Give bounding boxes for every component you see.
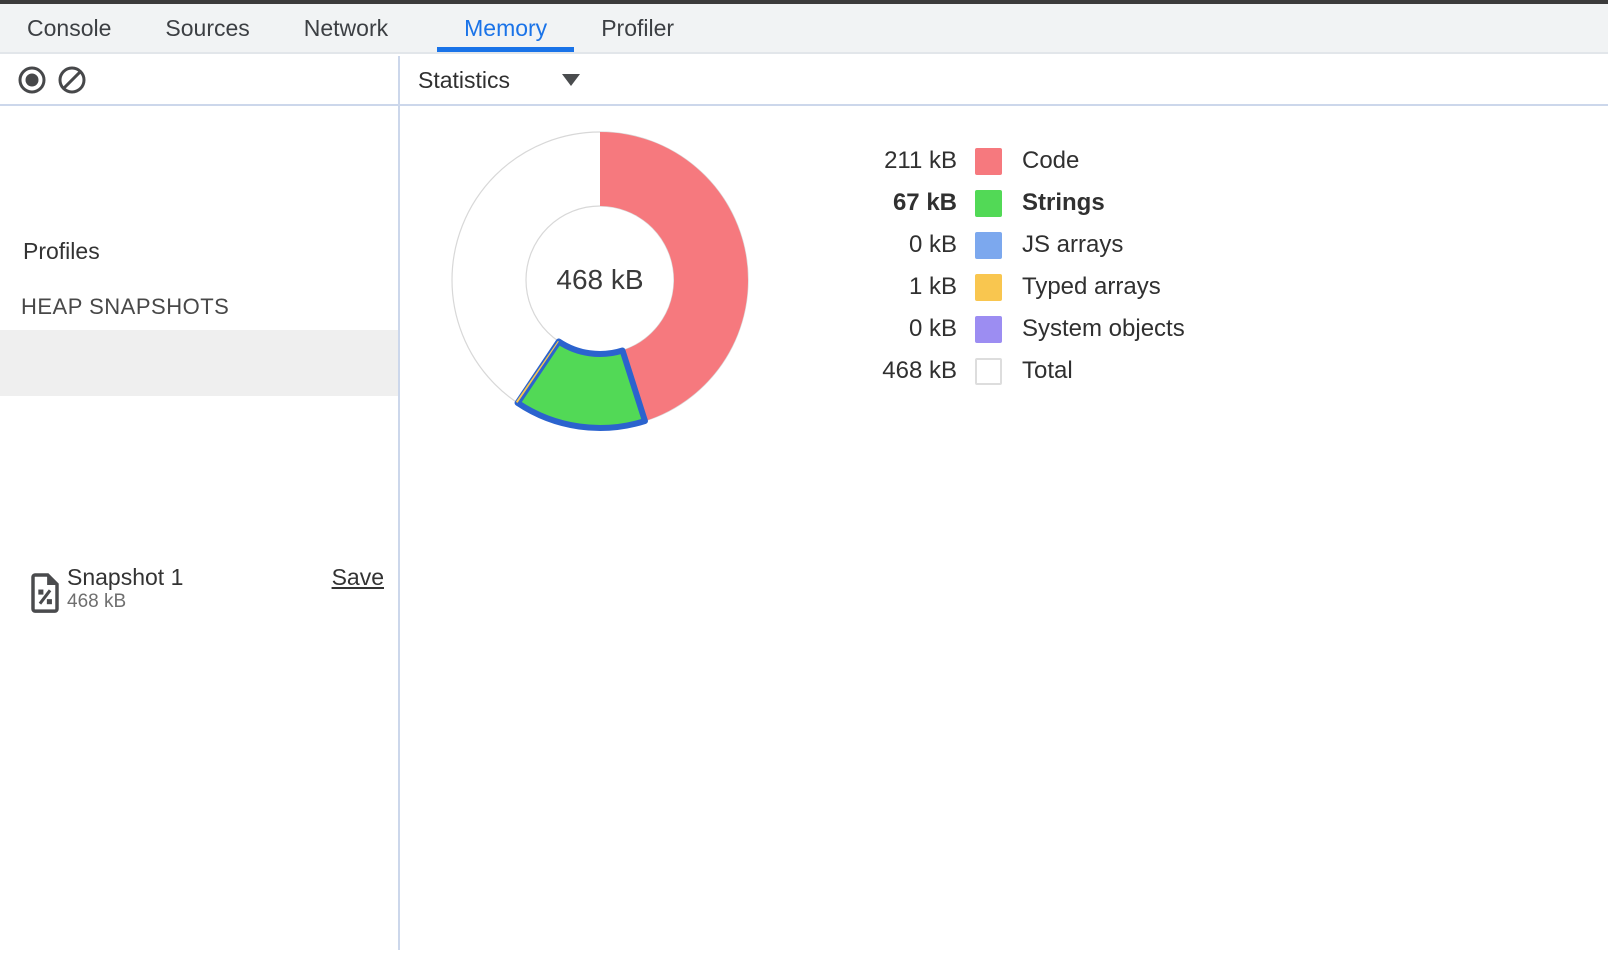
legend-value: 468 kB bbox=[845, 357, 957, 385]
perspective-select[interactable]: Statistics bbox=[418, 67, 580, 94]
legend-value: 0 kB bbox=[845, 315, 957, 343]
devtools-tab-bar: Console Sources Network Memory Profiler bbox=[0, 4, 1608, 54]
legend-row-code[interactable]: 211 kB Code bbox=[845, 140, 1185, 182]
donut-svg bbox=[440, 120, 760, 440]
tab-memory[interactable]: Memory bbox=[437, 4, 574, 52]
profiles-toolbar bbox=[0, 56, 398, 106]
donut-segment-strings[interactable] bbox=[518, 341, 645, 428]
legend-value: 0 kB bbox=[845, 231, 957, 259]
legend-value: 211 kB bbox=[845, 147, 957, 175]
legend-swatch-strings bbox=[975, 190, 1002, 217]
heap-statistics-legend: 211 kB Code 67 kB Strings 0 kB JS arrays… bbox=[845, 140, 1185, 392]
legend-swatch-system-objects bbox=[975, 316, 1002, 343]
clear-icon bbox=[57, 65, 87, 95]
heap-snapshots-group-title: HEAP SNAPSHOTS bbox=[21, 294, 229, 320]
save-snapshot-link[interactable]: Save bbox=[332, 564, 384, 591]
clear-profiles-button[interactable] bbox=[57, 65, 87, 95]
legend-label: JS arrays bbox=[1022, 231, 1123, 259]
snapshot-size: 468 kB bbox=[67, 591, 126, 613]
legend-label: Code bbox=[1022, 147, 1079, 175]
heap-statistics-donut-chart: 468 kB bbox=[440, 120, 760, 440]
legend-swatch-code bbox=[975, 148, 1002, 175]
legend-row-system-objects[interactable]: 0 kB System objects bbox=[845, 308, 1185, 350]
tab-console[interactable]: Console bbox=[0, 4, 138, 52]
legend-value: 67 kB bbox=[845, 189, 957, 217]
tab-profiler[interactable]: Profiler bbox=[574, 4, 701, 52]
sidebar-title: Profiles bbox=[23, 238, 100, 265]
legend-swatch-typed-arrays bbox=[975, 274, 1002, 301]
legend-swatch-total bbox=[975, 358, 1002, 385]
legend-row-total[interactable]: 468 kB Total bbox=[845, 350, 1185, 392]
legend-row-js-arrays[interactable]: 0 kB JS arrays bbox=[845, 224, 1185, 266]
legend-row-strings[interactable]: 67 kB Strings bbox=[845, 182, 1185, 224]
perspective-select-value: Statistics bbox=[418, 67, 510, 94]
memory-view-toolbar: Statistics bbox=[400, 56, 1608, 106]
profiles-sidebar: Profiles HEAP SNAPSHOTS Snapshot 1 468 k… bbox=[0, 106, 398, 954]
record-icon bbox=[17, 65, 47, 95]
tab-sources[interactable]: Sources bbox=[138, 4, 276, 52]
heap-snapshot-file-icon bbox=[29, 573, 61, 613]
legend-row-typed-arrays[interactable]: 1 kB Typed arrays bbox=[845, 266, 1185, 308]
chevron-down-icon bbox=[562, 74, 580, 86]
snapshot-title: Snapshot 1 bbox=[67, 564, 183, 591]
legend-label: Strings bbox=[1022, 189, 1105, 217]
legend-swatch-js-arrays bbox=[975, 232, 1002, 259]
legend-label: Typed arrays bbox=[1022, 273, 1161, 301]
sidebar-item-snapshot-1[interactable]: Snapshot 1 468 kB Save bbox=[0, 330, 398, 396]
legend-label: System objects bbox=[1022, 315, 1185, 343]
legend-label: Total bbox=[1022, 357, 1073, 385]
donut-inner-outline bbox=[526, 206, 674, 354]
record-button[interactable] bbox=[17, 65, 47, 95]
legend-value: 1 kB bbox=[845, 273, 957, 301]
sidebar-divider[interactable] bbox=[398, 56, 400, 950]
tab-network[interactable]: Network bbox=[277, 4, 415, 52]
